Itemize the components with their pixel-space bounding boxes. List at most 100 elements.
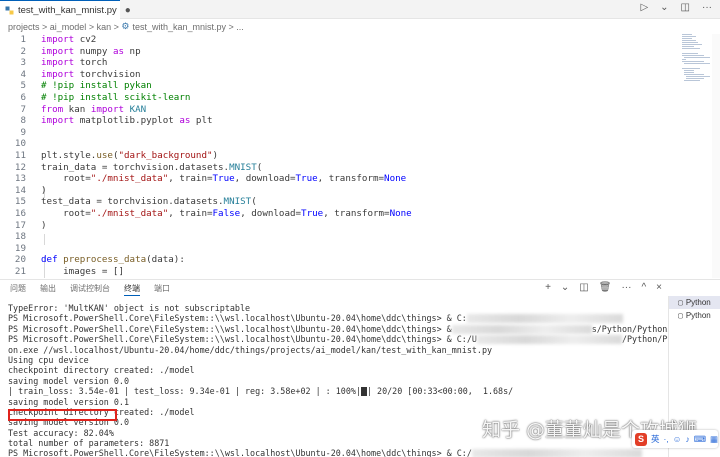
- code-text: import numpy as np: [41, 45, 141, 57]
- line-number: 14: [14, 184, 26, 196]
- code-line[interactable]: 7 from kan import KAN: [0, 104, 660, 116]
- line-number: 6: [20, 92, 26, 103]
- code-line[interactable]: 2 import numpy as np: [0, 46, 660, 58]
- code-line[interactable]: 9: [0, 127, 660, 139]
- line-number: 13: [14, 173, 26, 185]
- close-icon[interactable]: ×: [656, 282, 662, 293]
- line-number: 3: [20, 57, 26, 69]
- code-text: train_data = torchvision.datasets.MNIST(: [41, 161, 263, 173]
- breadcrumb-item[interactable]: projects: [8, 22, 40, 32]
- code-line[interactable]: 17): [0, 220, 660, 232]
- line-number: 5: [20, 80, 26, 92]
- emoji-icon[interactable]: ☺: [673, 434, 682, 444]
- code-text: ): [41, 184, 47, 196]
- code-text: import cv2: [41, 34, 97, 45]
- code-line[interactable]: 11 plt.style.use("dark_background"): [0, 150, 660, 162]
- line-number: 21: [14, 266, 26, 277]
- breadcrumb-item[interactable]: ...: [236, 22, 244, 32]
- terminal-instance[interactable]: ▢ Python: [669, 296, 720, 309]
- redacted-path: [476, 335, 622, 345]
- line-number: 10: [14, 138, 26, 150]
- terminal-line: Using cpu device: [8, 354, 89, 365]
- code-line[interactable]: 8 import matplotlib.pyplot as plt: [0, 115, 660, 127]
- code-text: import torch: [41, 57, 108, 69]
- run-icon[interactable]: ▷: [640, 2, 648, 13]
- breadcrumb-item[interactable]: kan: [97, 22, 112, 32]
- terminal-line: on.exe //wsl.localhost/Ubuntu-20.04/home…: [8, 344, 493, 355]
- sogou-logo-icon[interactable]: S: [635, 432, 648, 446]
- editor-actions: ▷ ⌄ ◫ ···: [640, 2, 712, 13]
- ime-language[interactable]: 英: [651, 433, 660, 445]
- grid-menu-icon[interactable]: ▦: [710, 434, 718, 445]
- line-number: 16: [14, 208, 26, 219]
- line-number: 8: [20, 115, 26, 127]
- code-line[interactable]: 18: [0, 231, 660, 243]
- python-file-icon: [5, 6, 14, 15]
- terminal-icon: ▢: [678, 298, 683, 307]
- code-line[interactable]: 14): [0, 185, 660, 197]
- code-line[interactable]: 20 def preprocess_data(data):: [0, 254, 660, 266]
- trash-icon[interactable]: 🗑: [599, 282, 612, 293]
- breadcrumb-item[interactable]: test_with_kan_mnist.py: [132, 22, 226, 32]
- terminal-line: saving model version 0.1: [8, 396, 130, 407]
- terminal-instance[interactable]: ▢ Python: [669, 309, 720, 322]
- editor-tab-active[interactable]: test_with_kan_mnist.py ●: [0, 0, 131, 19]
- code-editor[interactable]: 1 import cv2 2 import numpy as np 3 import to…: [0, 34, 660, 278]
- line-number: 15: [14, 196, 26, 208]
- tab-ports[interactable]: 端口: [154, 280, 170, 296]
- maximize-icon[interactable]: ^: [641, 282, 646, 293]
- punctuation-icon[interactable]: ·,: [664, 434, 669, 444]
- code-line[interactable]: 21 images = []: [0, 266, 660, 278]
- code-line[interactable]: 4 import torchvision: [0, 69, 660, 81]
- split-editor-icon[interactable]: ◫: [681, 2, 690, 13]
- terminal-line: PS Microsoft.PowerShell.Core\FileSystem:…: [8, 448, 668, 457]
- line-number: 4: [20, 68, 26, 80]
- more-icon[interactable]: ···: [702, 2, 712, 13]
- code-line[interactable]: 1 import cv2: [0, 34, 660, 46]
- chevron-down-icon[interactable]: ⌄: [561, 282, 569, 293]
- terminal-line: PS Microsoft.PowerShell.Core\FileSystem:…: [8, 313, 668, 324]
- python-file-icon: ⚙: [121, 21, 130, 31]
- line-number: 9: [20, 126, 26, 138]
- keyboard-icon[interactable]: ⌨: [694, 434, 706, 445]
- redacted-path: [466, 314, 623, 324]
- line-number: 18: [14, 231, 26, 243]
- code-text: ): [41, 219, 47, 231]
- tab-title: test_with_kan_mnist.py: [18, 4, 117, 16]
- code-line[interactable]: 10: [0, 138, 660, 150]
- code-text: from kan import KAN: [41, 103, 147, 115]
- code-text: images = []: [41, 266, 124, 277]
- code-line[interactable]: 6 # !pip install scikit-learn: [0, 92, 660, 104]
- terminal-line: PS Microsoft.PowerShell.Core\FileSystem:…: [8, 334, 668, 345]
- tab-output[interactable]: 输出: [40, 280, 56, 296]
- code-text: root="./mnist_data", train=True, downloa…: [41, 173, 407, 185]
- split-terminal-icon[interactable]: ◫: [579, 282, 588, 293]
- code-text: import matplotlib.pyplot as plt: [41, 115, 213, 127]
- line-number: 11: [14, 150, 26, 161]
- line-number: 20: [14, 254, 26, 266]
- code-line[interactable]: 12 train_data = torchvision.datasets.MNIS…: [0, 162, 660, 174]
- code-text: def preprocess_data(data):: [41, 254, 185, 266]
- close-icon[interactable]: ●: [125, 5, 131, 16]
- code-line[interactable]: 3 import torch: [0, 57, 660, 69]
- code-line[interactable]: 16 root="./mnist_data", train=False, dow…: [0, 208, 660, 220]
- add-terminal-icon[interactable]: +: [545, 282, 551, 293]
- redacted-path: [471, 449, 642, 457]
- code-line[interactable]: 13 root="./mnist_data", train=True, down…: [0, 173, 660, 185]
- microphone-icon[interactable]: ♪: [685, 434, 689, 444]
- code-line[interactable]: 19: [0, 243, 660, 255]
- code-line[interactable]: 15 test_data = torchvision.datasets.MNIST…: [0, 196, 660, 208]
- tab-problems[interactable]: 问题: [10, 280, 26, 296]
- breadcrumb-item[interactable]: ai_model: [50, 22, 87, 32]
- code-text: # !pip install pykan: [41, 80, 152, 92]
- tab-debug-console[interactable]: 调试控制台: [70, 280, 110, 296]
- more-icon[interactable]: ···: [621, 282, 631, 293]
- code-text: test_data = torchvision.datasets.MNIST(: [41, 196, 257, 208]
- chevron-down-icon[interactable]: ⌄: [660, 2, 668, 13]
- editor-scrollbar[interactable]: [712, 34, 720, 278]
- code-line[interactable]: 5 # !pip install pykan: [0, 80, 660, 92]
- tab-terminal[interactable]: 终端: [124, 280, 140, 296]
- editor-tab-bar: test_with_kan_mnist.py ● ▷ ⌄ ◫ ···: [0, 0, 720, 19]
- redacted-path: [451, 324, 592, 334]
- code-text: root="./mnist_data", train=False, downlo…: [41, 208, 412, 219]
